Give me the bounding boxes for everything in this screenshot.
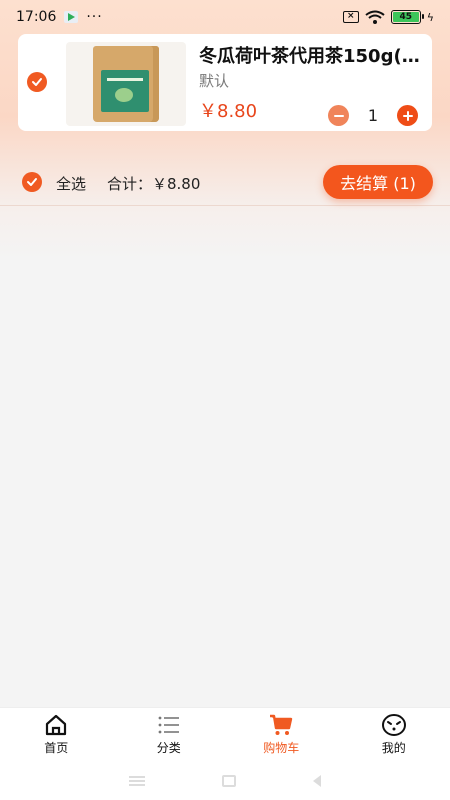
tab-profile[interactable]: 我的	[338, 708, 450, 762]
sim-x-icon: ×	[342, 11, 359, 23]
tab-cart-label: 购物车	[263, 741, 300, 755]
tea-bag-illustration	[93, 46, 159, 122]
play-store-icon	[64, 11, 79, 23]
back-icon[interactable]	[313, 775, 322, 787]
total-price: 合计：￥8.80	[107, 175, 201, 193]
more-notifications-icon: ···	[86, 9, 103, 25]
battery-level: 45	[392, 12, 419, 22]
tab-category-label: 分类	[156, 741, 181, 755]
status-bar: 17:06 ··· × 45 ϟ	[0, 0, 450, 34]
charging-bolt-icon: ϟ	[426, 10, 434, 24]
cart-item-card[interactable]: 冬瓜荷叶茶代用茶150g(5... 默认 ￥8.80 1	[18, 34, 432, 131]
cart-summary-bar: 全选 合计：￥8.80 去结算 (1)	[0, 160, 450, 206]
product-image[interactable]	[66, 42, 186, 126]
list-icon	[158, 716, 179, 734]
plus-icon	[402, 110, 413, 121]
tab-home-label: 首页	[44, 741, 69, 755]
recent-apps-icon[interactable]	[128, 776, 145, 786]
wifi-icon	[365, 10, 385, 24]
quantity-value[interactable]: 1	[349, 106, 397, 125]
cart-icon	[270, 714, 293, 735]
system-nav-bar	[0, 762, 450, 800]
tea-bag-label	[101, 70, 149, 112]
battery-icon: 45	[390, 10, 424, 24]
bottom-tab-bar: 首页 分类 购物车 我的	[0, 707, 450, 762]
product-spec: 默认	[199, 72, 230, 90]
decrease-quantity-button[interactable]	[328, 105, 349, 126]
tab-cart[interactable]: 购物车	[225, 708, 338, 762]
select-all-checkbox[interactable]	[22, 172, 42, 192]
increase-quantity-button[interactable]	[397, 105, 418, 126]
quantity-stepper: 1	[328, 105, 418, 126]
tab-category[interactable]: 分类	[113, 708, 226, 762]
check-icon	[27, 178, 37, 186]
select-all-label[interactable]: 全选	[56, 173, 86, 194]
item-checkbox[interactable]	[27, 72, 47, 92]
checkout-button[interactable]: 去结算 (1)	[323, 165, 433, 199]
tab-profile-label: 我的	[381, 741, 406, 755]
home-nav-icon[interactable]	[221, 775, 236, 787]
status-time: 17:06	[16, 9, 57, 25]
tab-home[interactable]: 首页	[0, 708, 113, 762]
check-icon	[32, 78, 42, 86]
minus-icon	[333, 114, 344, 117]
face-icon	[381, 714, 406, 736]
home-icon	[46, 714, 67, 736]
product-price: ￥8.80	[199, 101, 258, 122]
product-name[interactable]: 冬瓜荷叶茶代用茶150g(5...	[199, 42, 424, 68]
